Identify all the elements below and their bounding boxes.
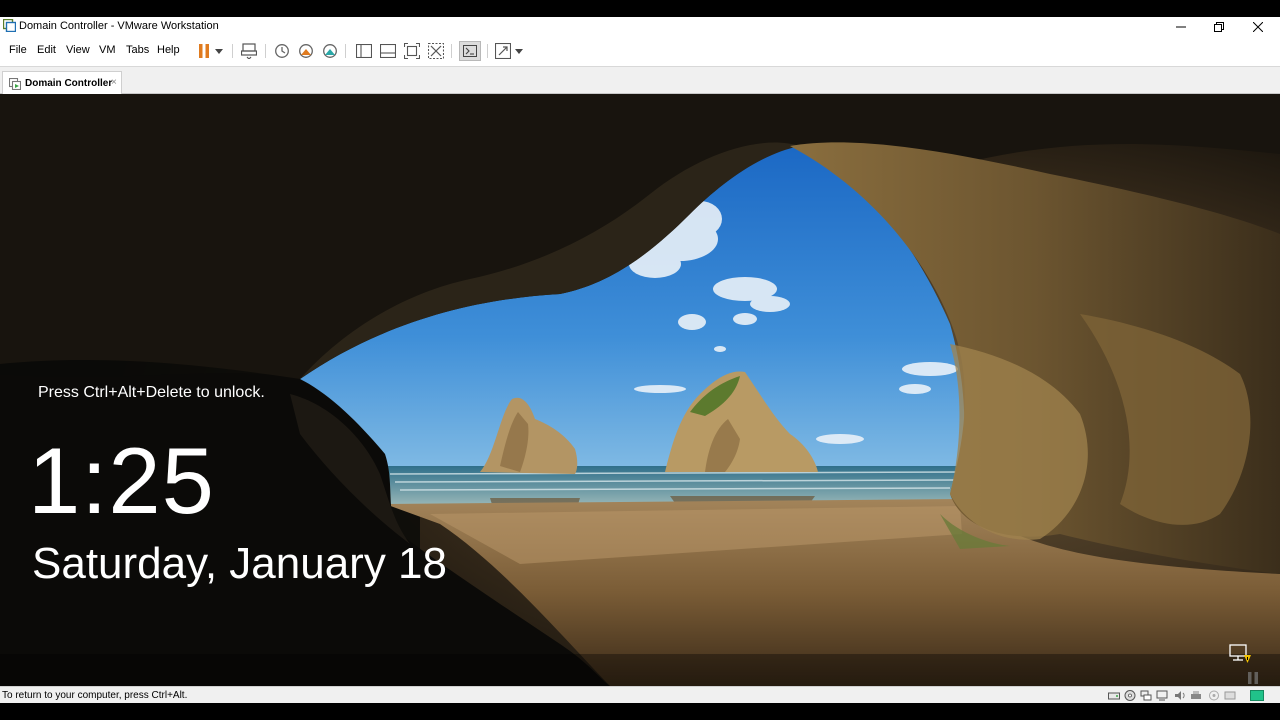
tab-domain-controller[interactable]: Domain Controller × [2, 71, 122, 95]
display-icon[interactable] [1208, 690, 1220, 701]
full-screen-icon [404, 43, 420, 59]
message-icon[interactable] [1224, 690, 1236, 701]
guest-console[interactable]: Press Ctrl+Alt+Delete to unlock. 1:25 Sa… [0, 94, 1280, 686]
stretch-guest-icon [495, 43, 511, 59]
network-adapter-icon[interactable] [1140, 690, 1152, 701]
dropdown-icon [215, 48, 223, 54]
menu-toolbar: File Edit View VM Tabs Help [0, 36, 1280, 66]
restore-icon [1214, 21, 1224, 32]
minimize-button[interactable] [1162, 17, 1200, 36]
menu-tabs[interactable]: Tabs [126, 44, 149, 56]
title-bar: Domain Controller - VMware Workstation [0, 17, 1280, 36]
toolbar-separator [487, 44, 488, 58]
screen-top-border [0, 0, 1280, 17]
vm-icon [9, 78, 21, 90]
revert-snapshot-icon [299, 44, 313, 58]
tab-close-icon[interactable]: × [111, 77, 117, 88]
vm-tab-strip: Domain Controller × [0, 66, 1280, 95]
minimize-icon [1176, 26, 1186, 27]
close-window-button[interactable] [1239, 17, 1277, 36]
lockscreen-date: Saturday, January 18 [32, 539, 447, 588]
send-ctrl-alt-del-button[interactable] [240, 42, 258, 60]
guest-paused-indicator-icon [1248, 672, 1258, 684]
vm-running-icon[interactable] [1250, 690, 1264, 701]
network-status-icon[interactable] [1228, 643, 1252, 665]
menu-edit[interactable]: Edit [37, 44, 56, 56]
printer-icon[interactable] [1190, 690, 1202, 701]
status-message: To return to your computer, press Ctrl+A… [2, 690, 188, 701]
hard-disk-icon[interactable] [1108, 690, 1120, 701]
toolbar-separator [345, 44, 346, 58]
console-view-button[interactable] [459, 41, 481, 61]
thumbnail-bar-icon [380, 44, 396, 58]
pause-button[interactable] [195, 42, 213, 60]
unity-button[interactable] [427, 42, 445, 60]
revert-snapshot-button[interactable] [297, 42, 315, 60]
toolbar-separator [232, 44, 233, 58]
snapshot-icon [275, 44, 289, 58]
show-library-button[interactable] [355, 42, 373, 60]
usb-icon[interactable] [1156, 690, 1168, 701]
stretch-dropdown[interactable] [512, 42, 526, 60]
unity-icon [428, 43, 444, 59]
console-view-icon [463, 45, 477, 57]
menu-vm[interactable]: VM [99, 44, 116, 56]
dropdown-icon [515, 48, 523, 54]
snapshot-manager-icon [323, 44, 337, 58]
lockscreen-time: 1:25 [28, 428, 215, 533]
vmware-app-icon [3, 19, 16, 32]
pause-icon [199, 44, 209, 58]
send-ctrl-alt-del-icon [241, 43, 257, 59]
full-screen-button[interactable] [403, 42, 421, 60]
toolbar-separator [265, 44, 266, 58]
unlock-prompt: Press Ctrl+Alt+Delete to unlock. [38, 384, 265, 401]
menu-file[interactable]: File [9, 44, 27, 56]
window-title: Domain Controller - VMware Workstation [19, 20, 219, 32]
sound-icon[interactable] [1174, 690, 1186, 701]
menu-help[interactable]: Help [157, 44, 180, 56]
close-icon [1253, 21, 1263, 32]
toolbar-separator [451, 44, 452, 58]
tab-label: Domain Controller [25, 78, 113, 89]
snapshot-manager-button[interactable] [321, 42, 339, 60]
restore-button[interactable] [1200, 17, 1238, 36]
thumbnail-bar-button[interactable] [379, 42, 397, 60]
take-snapshot-button[interactable] [273, 42, 291, 60]
cd-dvd-icon[interactable] [1124, 690, 1136, 701]
status-bar: To return to your computer, press Ctrl+A… [0, 686, 1280, 703]
show-library-icon [356, 44, 372, 58]
stretch-guest-button[interactable] [494, 42, 512, 60]
menu-view[interactable]: View [66, 44, 90, 56]
power-dropdown[interactable] [212, 42, 226, 60]
screen-bottom-border [0, 703, 1280, 720]
